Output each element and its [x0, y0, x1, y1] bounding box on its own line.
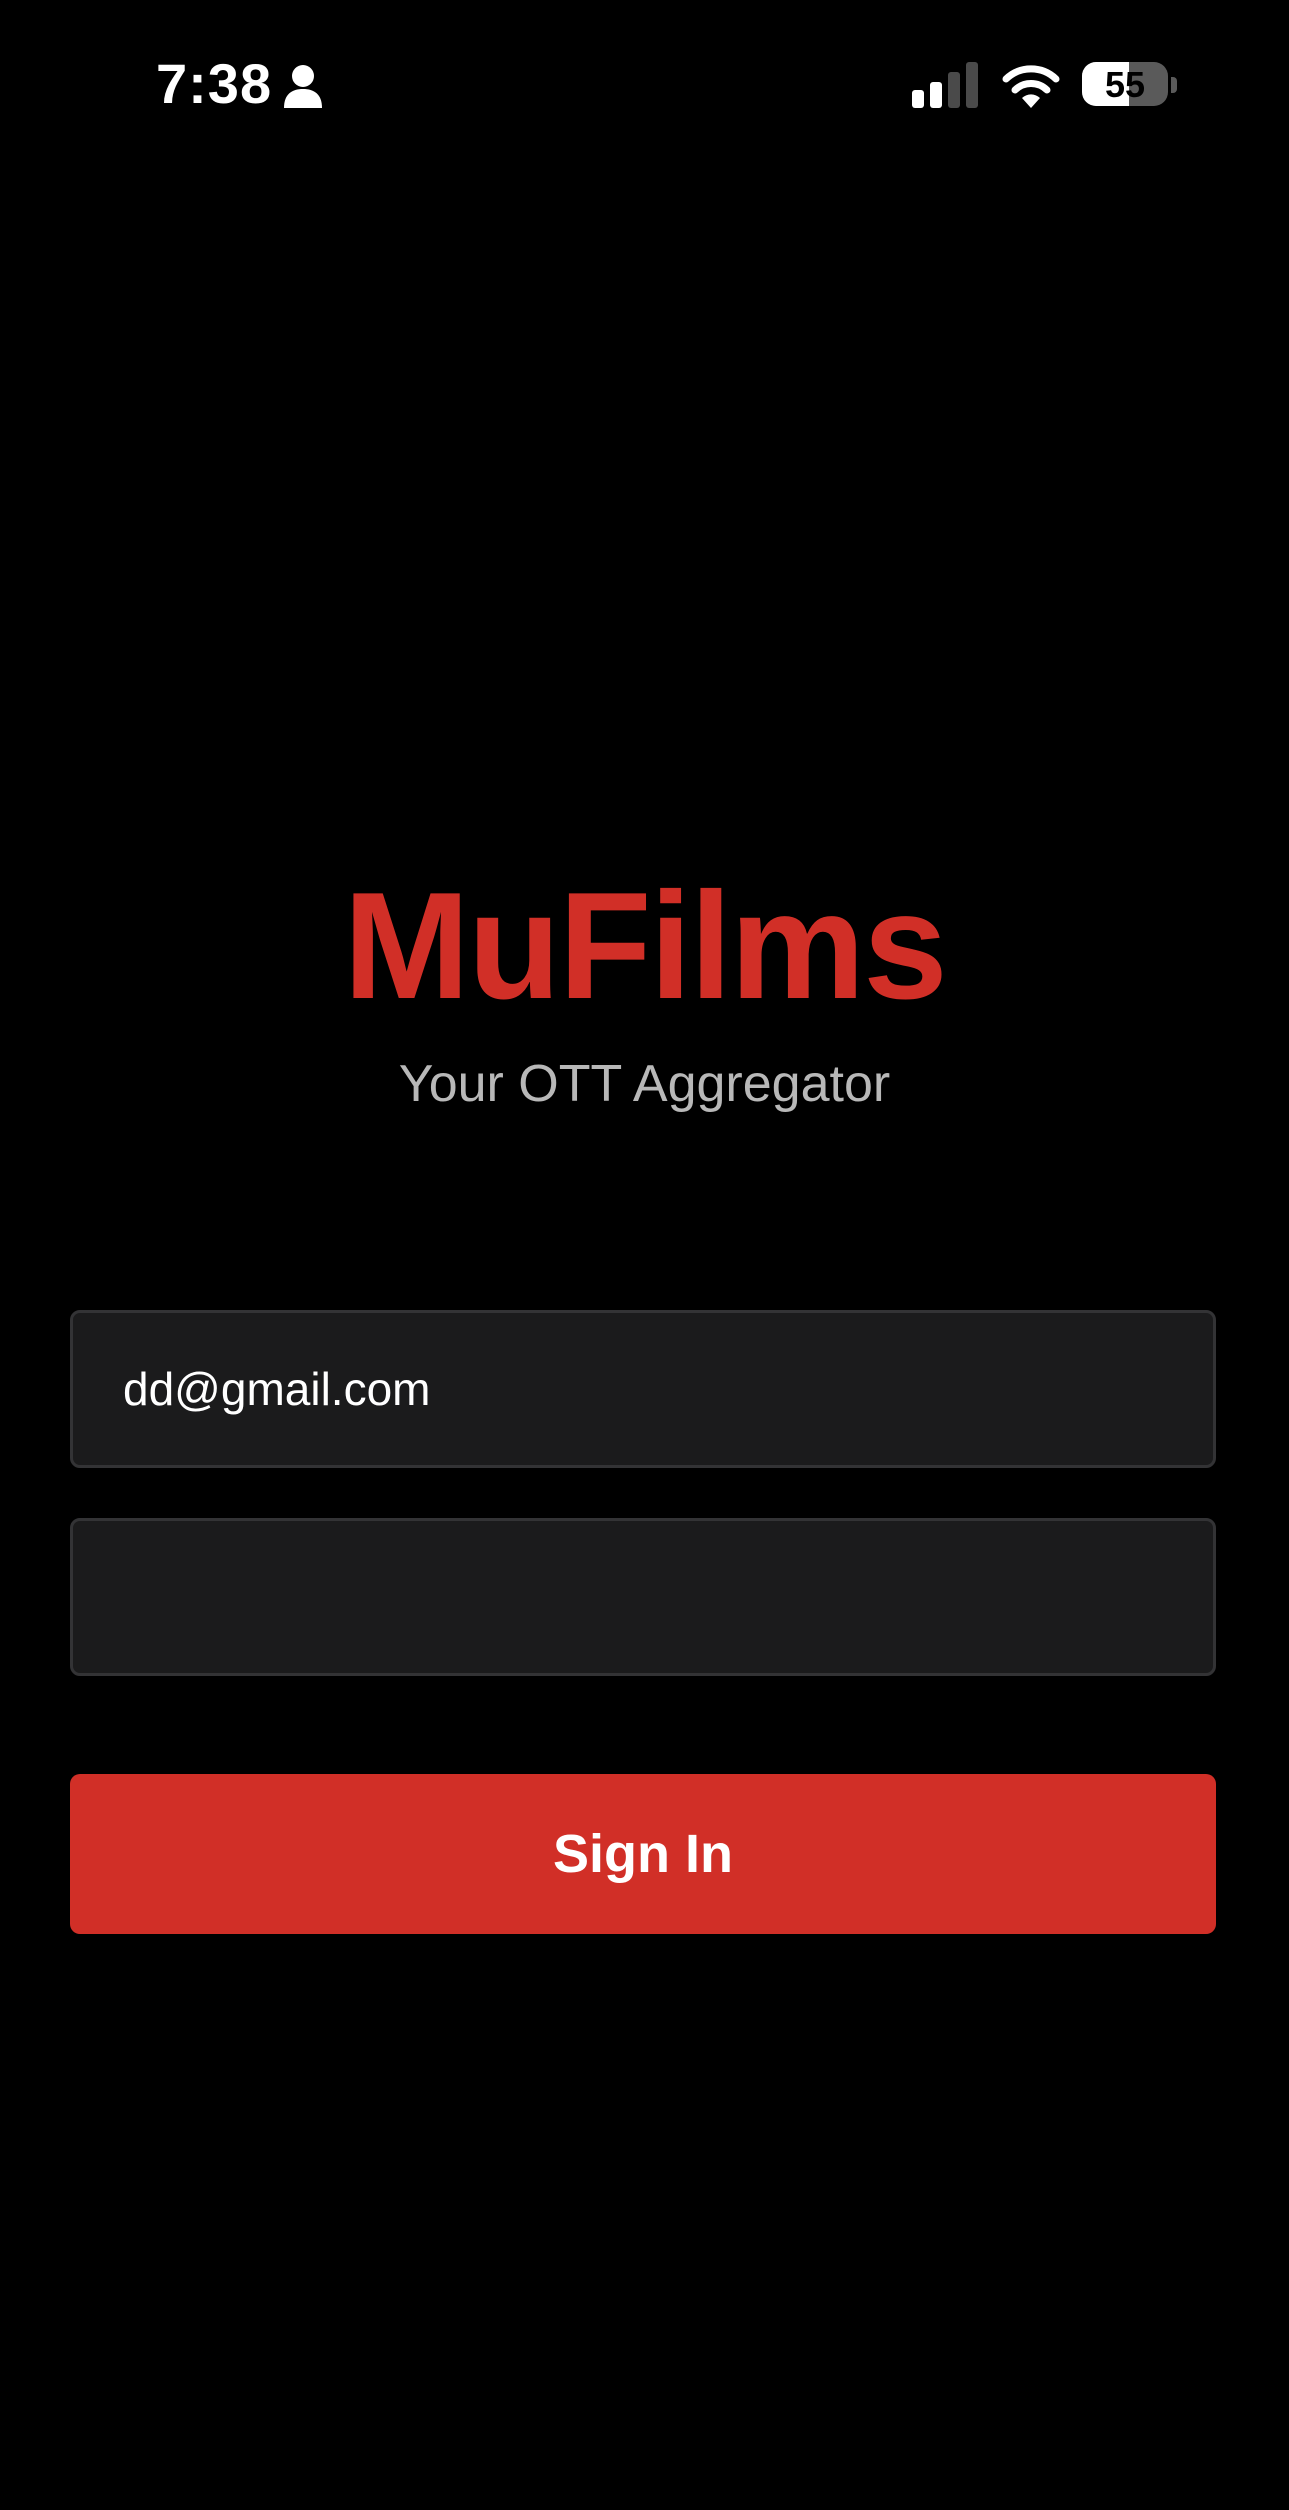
- battery-body: 55: [1082, 62, 1168, 106]
- battery-icon: 55: [1082, 60, 1178, 108]
- wifi-icon: [1002, 65, 1060, 108]
- sign-in-button[interactable]: Sign In: [70, 1774, 1216, 1934]
- person-icon: [284, 65, 322, 108]
- status-time: 7:38: [156, 52, 273, 115]
- battery-level: 55: [1104, 64, 1146, 105]
- app-title: MuFilms: [343, 861, 947, 1031]
- status-bar: 7:38 55: [0, 0, 1289, 170]
- email-field[interactable]: [70, 1310, 1216, 1468]
- app-subtitle: Your OTT Aggregator: [398, 1055, 891, 1113]
- battery-cap: [1171, 77, 1177, 93]
- password-field[interactable]: [70, 1518, 1216, 1676]
- cellular-signal-icon: [912, 62, 978, 108]
